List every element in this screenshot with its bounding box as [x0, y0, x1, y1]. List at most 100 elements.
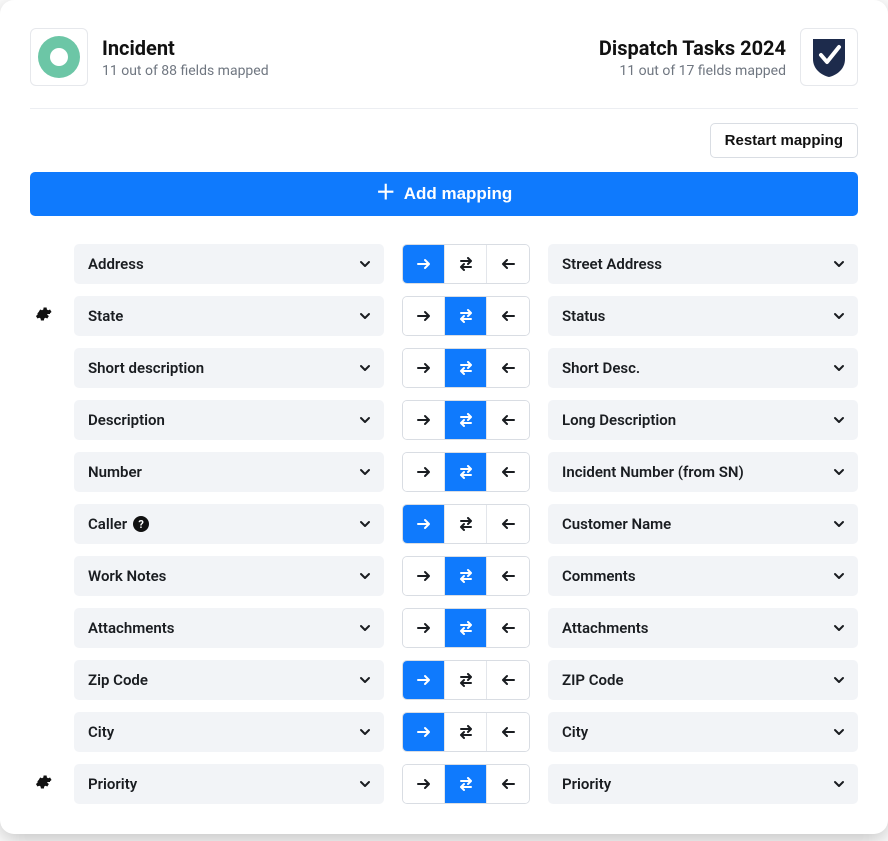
chevron-down-icon: [358, 361, 372, 375]
target-field-select[interactable]: Short Desc.: [548, 348, 858, 388]
mapping-row: Attachments Attachments: [30, 608, 858, 648]
direction-both-button[interactable]: [445, 505, 487, 543]
source-field-select[interactable]: Short description: [74, 348, 384, 388]
row-settings-button[interactable]: [34, 773, 52, 795]
direction-both-button[interactable]: [445, 609, 487, 647]
target-field-label: Attachments: [562, 619, 648, 637]
source-field-select[interactable]: Priority: [74, 764, 384, 804]
mapping-row: Address Street Address: [30, 244, 858, 284]
direction-left-button[interactable]: [487, 297, 529, 335]
source-field-select[interactable]: Number: [74, 452, 384, 492]
add-mapping-button[interactable]: ＋ Add mapping: [30, 172, 858, 216]
chevron-down-icon: [358, 777, 372, 791]
source-field-label: City: [88, 723, 114, 741]
direction-both-button[interactable]: [445, 661, 487, 699]
shield-check-icon: [809, 35, 849, 79]
direction-group: [402, 556, 530, 596]
mapping-row: State Status: [30, 296, 858, 336]
chevron-down-icon: [832, 361, 846, 375]
chevron-down-icon: [832, 725, 846, 739]
source-field-select[interactable]: State: [74, 296, 384, 336]
direction-right-button[interactable]: [403, 765, 445, 803]
mapping-row: Priority Priority: [30, 764, 858, 804]
row-settings-button[interactable]: [34, 305, 52, 327]
direction-left-button[interactable]: [487, 609, 529, 647]
mapping-row: Zip Code ZIP Code: [30, 660, 858, 700]
direction-group: [402, 348, 530, 388]
mapping-row: Description Long Description: [30, 400, 858, 440]
source-field-select[interactable]: City: [74, 712, 384, 752]
source-field-label: Number: [88, 463, 142, 481]
direction-both-button[interactable]: [445, 245, 487, 283]
source-logo: [30, 28, 88, 86]
source-field-label: Caller?: [88, 515, 149, 533]
direction-left-button[interactable]: [487, 401, 529, 439]
ring-icon: [38, 36, 80, 78]
target-field-select[interactable]: Attachments: [548, 608, 858, 648]
direction-right-button[interactable]: [403, 505, 445, 543]
direction-both-button[interactable]: [445, 349, 487, 387]
direction-left-button[interactable]: [487, 349, 529, 387]
source-field-label: Address: [88, 255, 144, 273]
direction-left-button[interactable]: [487, 245, 529, 283]
gear-icon: [34, 773, 52, 791]
direction-right-button[interactable]: [403, 349, 445, 387]
direction-right-button[interactable]: [403, 453, 445, 491]
target-field-select[interactable]: Status: [548, 296, 858, 336]
direction-left-button[interactable]: [487, 661, 529, 699]
target-field-select[interactable]: Street Address: [548, 244, 858, 284]
direction-both-button[interactable]: [445, 297, 487, 335]
source-field-select[interactable]: Address: [74, 244, 384, 284]
header: Incident 11 out of 88 fields mapped Disp…: [30, 28, 858, 86]
direction-group: [402, 244, 530, 284]
source-field-select[interactable]: Description: [74, 400, 384, 440]
source-field-select[interactable]: Caller?: [74, 504, 384, 544]
direction-left-button[interactable]: [487, 505, 529, 543]
mapping-card: Incident 11 out of 88 fields mapped Disp…: [0, 0, 888, 834]
direction-both-button[interactable]: [445, 453, 487, 491]
target-field-select[interactable]: ZIP Code: [548, 660, 858, 700]
direction-left-button[interactable]: [487, 765, 529, 803]
chevron-down-icon: [832, 413, 846, 427]
direction-right-button[interactable]: [403, 713, 445, 751]
target-field-select[interactable]: Customer Name: [548, 504, 858, 544]
direction-right-button[interactable]: [403, 245, 445, 283]
source-field-select[interactable]: Attachments: [74, 608, 384, 648]
gear-column: [30, 773, 56, 795]
direction-right-button[interactable]: [403, 661, 445, 699]
source-field-select[interactable]: Work Notes: [74, 556, 384, 596]
direction-group: [402, 712, 530, 752]
direction-both-button[interactable]: [445, 713, 487, 751]
target-field-select[interactable]: Comments: [548, 556, 858, 596]
target-field-label: Street Address: [562, 255, 662, 273]
source-field-select[interactable]: Zip Code: [74, 660, 384, 700]
mapping-row: City City: [30, 712, 858, 752]
source-field-label: Description: [88, 411, 165, 429]
direction-both-button[interactable]: [445, 765, 487, 803]
direction-both-button[interactable]: [445, 557, 487, 595]
direction-right-button[interactable]: [403, 557, 445, 595]
direction-group: [402, 764, 530, 804]
restart-mapping-button[interactable]: Restart mapping: [710, 123, 858, 158]
direction-right-button[interactable]: [403, 609, 445, 647]
direction-left-button[interactable]: [487, 713, 529, 751]
target-field-select[interactable]: City: [548, 712, 858, 752]
chevron-down-icon: [358, 413, 372, 427]
source-field-label: Attachments: [88, 619, 174, 637]
target-field-select[interactable]: Incident Number (from SN): [548, 452, 858, 492]
direction-left-button[interactable]: [487, 453, 529, 491]
mapping-row: Number Incident Number (from SN): [30, 452, 858, 492]
target-field-select[interactable]: Priority: [548, 764, 858, 804]
direction-right-button[interactable]: [403, 297, 445, 335]
source-field-label: Zip Code: [88, 671, 148, 689]
info-icon: ?: [133, 516, 149, 532]
target-field-select[interactable]: Long Description: [548, 400, 858, 440]
direction-left-button[interactable]: [487, 557, 529, 595]
direction-group: [402, 660, 530, 700]
add-mapping-label: Add mapping: [404, 184, 513, 204]
direction-both-button[interactable]: [445, 401, 487, 439]
direction-right-button[interactable]: [403, 401, 445, 439]
chevron-down-icon: [358, 621, 372, 635]
target-field-label: Incident Number (from SN): [562, 463, 744, 481]
direction-group: [402, 400, 530, 440]
